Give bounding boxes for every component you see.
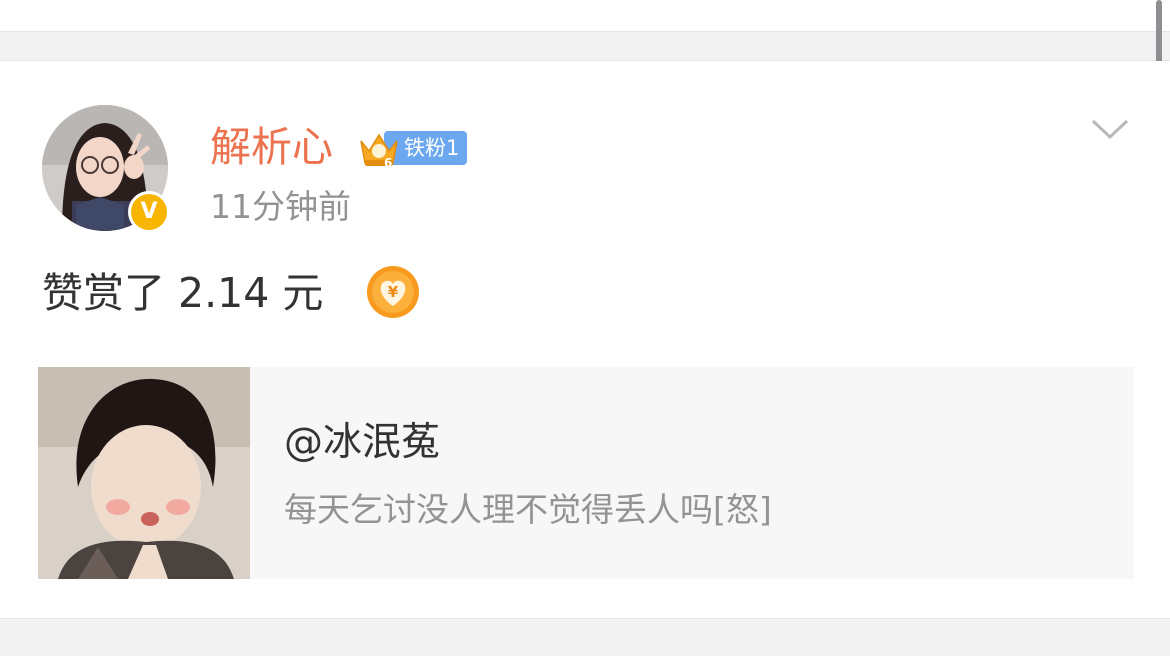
post-username[interactable]: 解析心	[210, 121, 333, 173]
card-separator	[0, 31, 1170, 61]
svg-text:6: 6	[384, 156, 392, 170]
post-time: 11分钟前	[210, 187, 351, 226]
card-separator	[0, 618, 1170, 656]
quoted-post-thumbnail[interactable]	[38, 367, 250, 579]
quoted-post-username[interactable]: @冰泯菟	[284, 417, 440, 469]
crown-icon: 6	[360, 133, 398, 170]
quoted-post-text: 每天乞讨没人理不觉得丢人吗[怒]	[284, 490, 772, 529]
feed-post-card: V 解析心 铁粉1 6 11分钟前 赞赏了 2.14 元 ¥ @冰泯菟 每天乞讨…	[0, 61, 1170, 618]
post-content: 赞赏了 2.14 元	[42, 269, 324, 317]
previous-card-bottom	[0, 0, 1170, 31]
verified-badge-icon: V	[128, 191, 170, 233]
chevron-down-icon[interactable]	[1090, 117, 1130, 143]
quoted-post[interactable]: @冰泯菟 每天乞讨没人理不觉得丢人吗[怒]	[38, 367, 1134, 579]
reward-coin-icon: ¥	[367, 266, 419, 318]
svg-text:¥: ¥	[388, 283, 399, 301]
